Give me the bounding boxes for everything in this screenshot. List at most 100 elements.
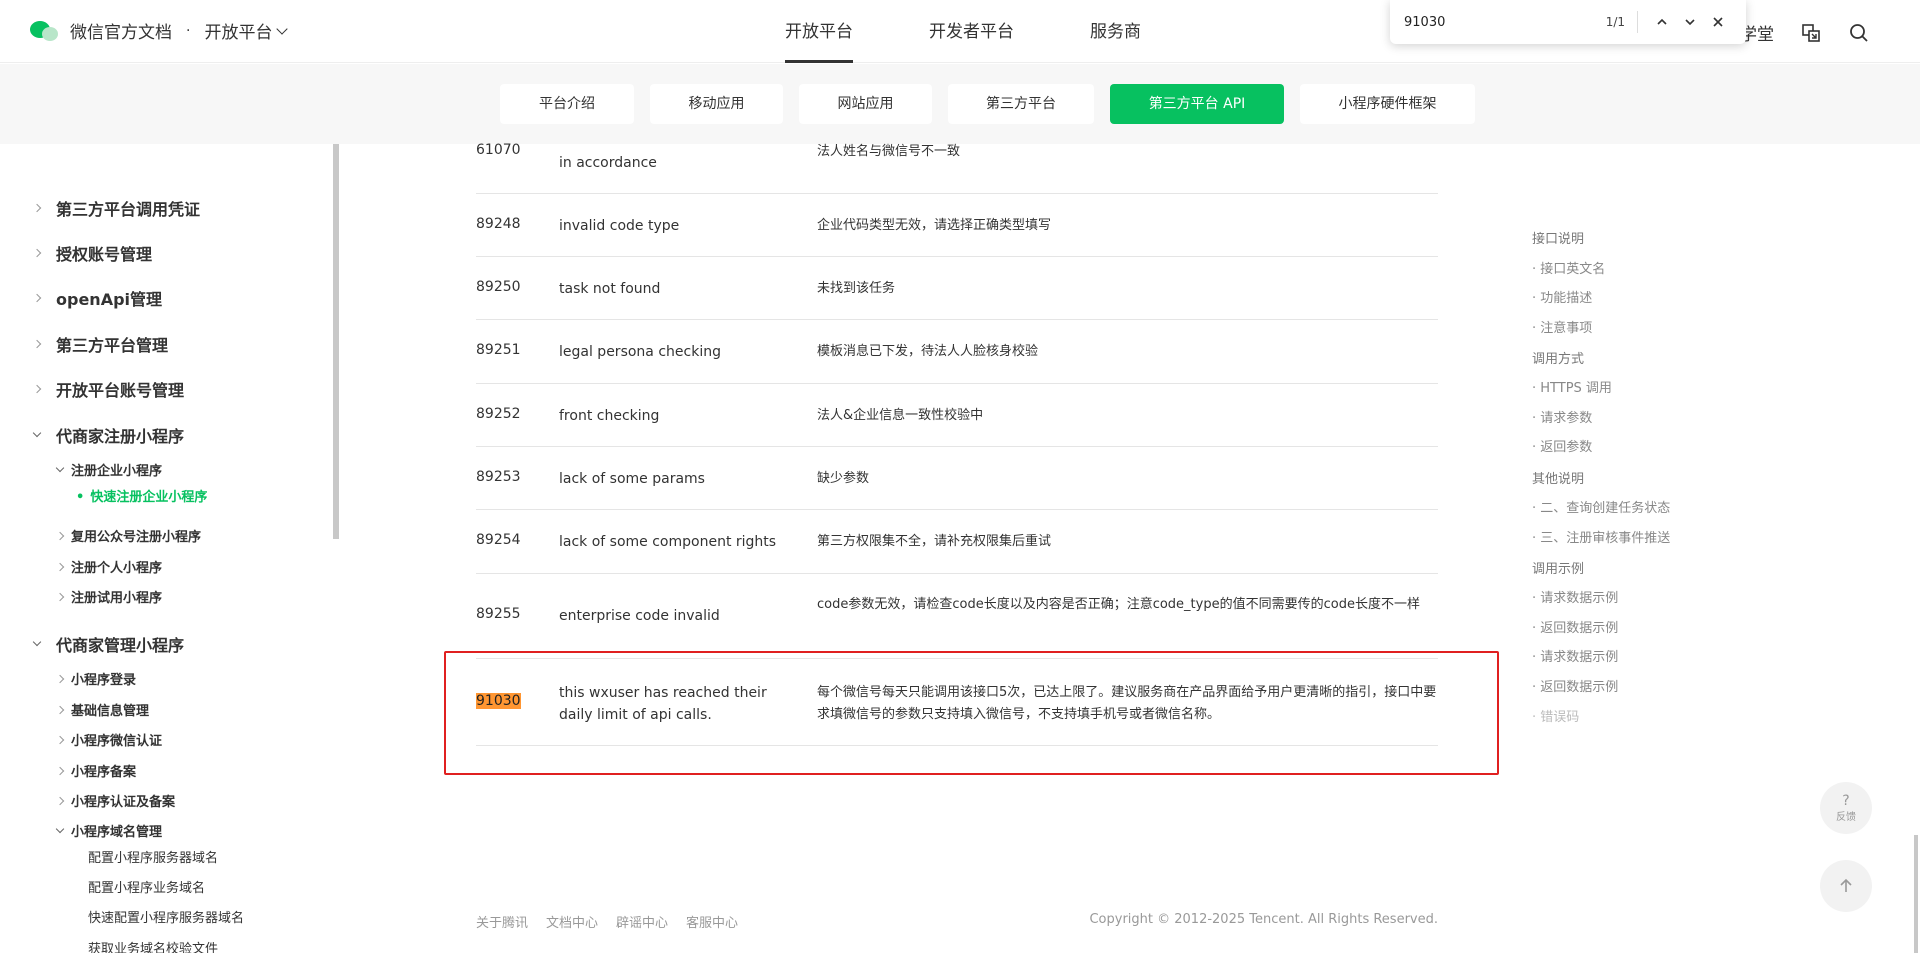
footer-link-support[interactable]: 客服中心 [686, 912, 738, 931]
error-code: 89250 [476, 279, 521, 295]
toc-item[interactable]: · 返回数据示例 [1532, 617, 1618, 636]
sidebar-scrollbar[interactable] [333, 144, 339, 539]
tab-website-app[interactable]: 网站应用 [799, 84, 932, 124]
sidebar-item-label: 注册个人小程序 [71, 561, 163, 576]
page-scrollbar[interactable] [1914, 835, 1918, 953]
close-icon [1713, 17, 1723, 27]
top-nav-item-service-provider[interactable]: 服务商 [1090, 0, 1141, 63]
find-previous-button[interactable] [1648, 8, 1676, 36]
sidebar-leaf-verify-file[interactable]: 获取业务域名校验文件 [88, 938, 218, 953]
sidebar-leaf-quick-server-domain[interactable]: 快速配置小程序服务器域名 [88, 907, 244, 926]
question-icon: ? [1842, 792, 1850, 809]
chevron-right-icon [55, 674, 65, 683]
sidebar-item-credentials[interactable]: 第三方平台调用凭证 [32, 196, 200, 220]
sidebar-item-platform-mgmt[interactable]: 第三方平台管理 [32, 332, 169, 356]
sidebar-subitem-filing[interactable]: 小程序备案 [55, 761, 136, 780]
brand-separator: · [186, 22, 191, 39]
error-message: enterprise code invalid [559, 608, 720, 624]
chevron-right-icon [55, 592, 65, 601]
sidebar-subitem-verify-filing[interactable]: 小程序认证及备案 [55, 791, 176, 810]
toc-item[interactable]: · 三、注册审核事件推送 [1532, 527, 1670, 546]
search-icon[interactable] [1848, 22, 1870, 44]
toc-item[interactable]: · 返回参数 [1532, 436, 1592, 455]
toc-item[interactable]: · 功能描述 [1532, 287, 1592, 306]
table-row: 89255 enterprise code invalid code参数无效，请… [476, 574, 1438, 659]
find-next-button[interactable] [1676, 8, 1704, 36]
tab-third-party-platform[interactable]: 第三方平台 [948, 84, 1094, 124]
toc-item[interactable]: · 返回数据示例 [1532, 676, 1618, 695]
error-message: lack of some component rights [559, 534, 777, 550]
sidebar-item-label: 开放平台账号管理 [56, 381, 185, 400]
feedback-button[interactable]: ? 反馈 [1820, 782, 1872, 834]
tab-third-party-platform-api[interactable]: 第三方平台 API [1110, 84, 1284, 124]
table-row: 89253 lack of some params 缺少参数 [476, 447, 1438, 510]
sidebar-item-label: 复用公众号注册小程序 [71, 530, 202, 545]
footer-link-docs[interactable]: 文档中心 [546, 912, 598, 931]
chevron-down-icon [1685, 19, 1695, 26]
chevron-down-icon [276, 22, 289, 35]
table-row: 89251 legal persona checking 模板消息已下发，待法人… [476, 320, 1438, 384]
error-description: code参数无效，请检查code长度以及内容是否正确；注意code_type的值… [817, 597, 1420, 612]
error-code: 89252 [476, 406, 521, 422]
sidebar-item-label: 小程序认证及备案 [71, 795, 176, 810]
error-code: 89255 [476, 606, 521, 622]
tab-mobile-app[interactable]: 移动应用 [650, 84, 783, 124]
toc-heading[interactable]: 调用示例 [1532, 558, 1584, 577]
sitemap-icon[interactable] [1800, 22, 1822, 44]
table-row: 89248 invalid code type 企业代码类型无效，请选择正确类型… [476, 194, 1438, 257]
chevron-right-icon [55, 562, 65, 571]
toc-item[interactable]: · HTTPS 调用 [1532, 377, 1612, 396]
toc-item[interactable]: · 请求参数 [1532, 407, 1592, 426]
chevron-right-icon [55, 735, 65, 744]
annotation-highlight-box [444, 651, 1499, 775]
toc-heading[interactable]: 接口说明 [1532, 228, 1584, 247]
table-row: 89254 lack of some component rights 第三方权… [476, 510, 1438, 574]
sidebar-subitem-personal[interactable]: 注册个人小程序 [55, 557, 163, 576]
error-message: in accordance [559, 155, 657, 171]
sidebar-subitem-reuse-official[interactable]: 复用公众号注册小程序 [55, 526, 202, 545]
sidebar-item-label: 第三方平台管理 [56, 336, 169, 355]
sidebar-subitem-login[interactable]: 小程序登录 [55, 669, 136, 688]
find-input[interactable]: 91030 [1404, 15, 1606, 30]
sub-nav: 平台介绍 移动应用 网站应用 第三方平台 第三方平台 API 小程序硬件框架 [0, 64, 1920, 144]
platform-dropdown[interactable]: 开放平台 [204, 18, 289, 43]
sidebar-item-label: 小程序微信认证 [71, 734, 163, 749]
top-nav: 开放平台 开发者平台 服务商 [785, 0, 1141, 63]
sidebar-subitem-basic-info[interactable]: 基础信息管理 [55, 700, 149, 719]
toc-item[interactable]: · 注意事项 [1532, 317, 1592, 336]
sidebar-item-account-mgmt[interactable]: 开放平台账号管理 [32, 377, 185, 401]
tab-mini-program-hardware[interactable]: 小程序硬件框架 [1300, 84, 1475, 124]
sidebar-subitem-trial[interactable]: 注册试用小程序 [55, 587, 162, 606]
find-close-button[interactable] [1704, 8, 1732, 36]
brand[interactable]: 微信官方文档 · 开放平台 [30, 18, 289, 43]
toc-heading[interactable]: 其他说明 [1532, 468, 1584, 487]
toc-item-error-codes[interactable]: · 错误码 [1532, 706, 1579, 725]
toc-item[interactable]: · 请求数据示例 [1532, 587, 1618, 606]
sidebar-item-openapi[interactable]: openApi管理 [32, 286, 162, 310]
arrow-up-icon [1840, 878, 1852, 892]
table-row: 89250 task not found 未找到该任务 [476, 257, 1438, 320]
chevron-down-icon [32, 428, 42, 438]
sidebar-item-active[interactable]: 快速注册企业小程序 [76, 486, 207, 505]
sidebar-item-manage-mp[interactable]: 代商家管理小程序 [32, 632, 184, 656]
top-nav-item-open-platform[interactable]: 开放平台 [785, 0, 853, 63]
sidebar-subitem-domain[interactable]: 小程序域名管理 [55, 821, 162, 840]
sidebar-leaf-server-domain[interactable]: 配置小程序服务器域名 [88, 847, 218, 866]
sidebar-item-auth-accounts[interactable]: 授权账号管理 [32, 241, 152, 265]
sidebar-subitem-wechat-verify[interactable]: 小程序微信认证 [55, 730, 163, 749]
chevron-right-icon [55, 796, 65, 805]
top-nav-item-developer-platform[interactable]: 开发者平台 [929, 0, 1014, 63]
error-message: invalid code type [559, 218, 680, 234]
footer-link-about[interactable]: 关于腾讯 [476, 912, 528, 931]
sidebar-item-register-mp[interactable]: 代商家注册小程序 [32, 423, 184, 447]
sidebar-leaf-business-domain[interactable]: 配置小程序业务域名 [88, 877, 205, 896]
footer-link-rumor[interactable]: 辟谣中心 [616, 912, 668, 931]
error-description: 缺少参数 [817, 471, 870, 486]
toc-heading[interactable]: 调用方式 [1532, 348, 1584, 367]
back-to-top-button[interactable] [1820, 860, 1872, 912]
toc-item[interactable]: · 请求数据示例 [1532, 646, 1618, 665]
toc-item[interactable]: · 接口英文名 [1532, 258, 1605, 277]
toc-item[interactable]: · 二、查询创建任务状态 [1532, 497, 1670, 516]
sidebar-subitem-enterprise[interactable]: 注册企业小程序 [55, 460, 162, 479]
tab-platform-intro[interactable]: 平台介绍 [500, 84, 634, 124]
